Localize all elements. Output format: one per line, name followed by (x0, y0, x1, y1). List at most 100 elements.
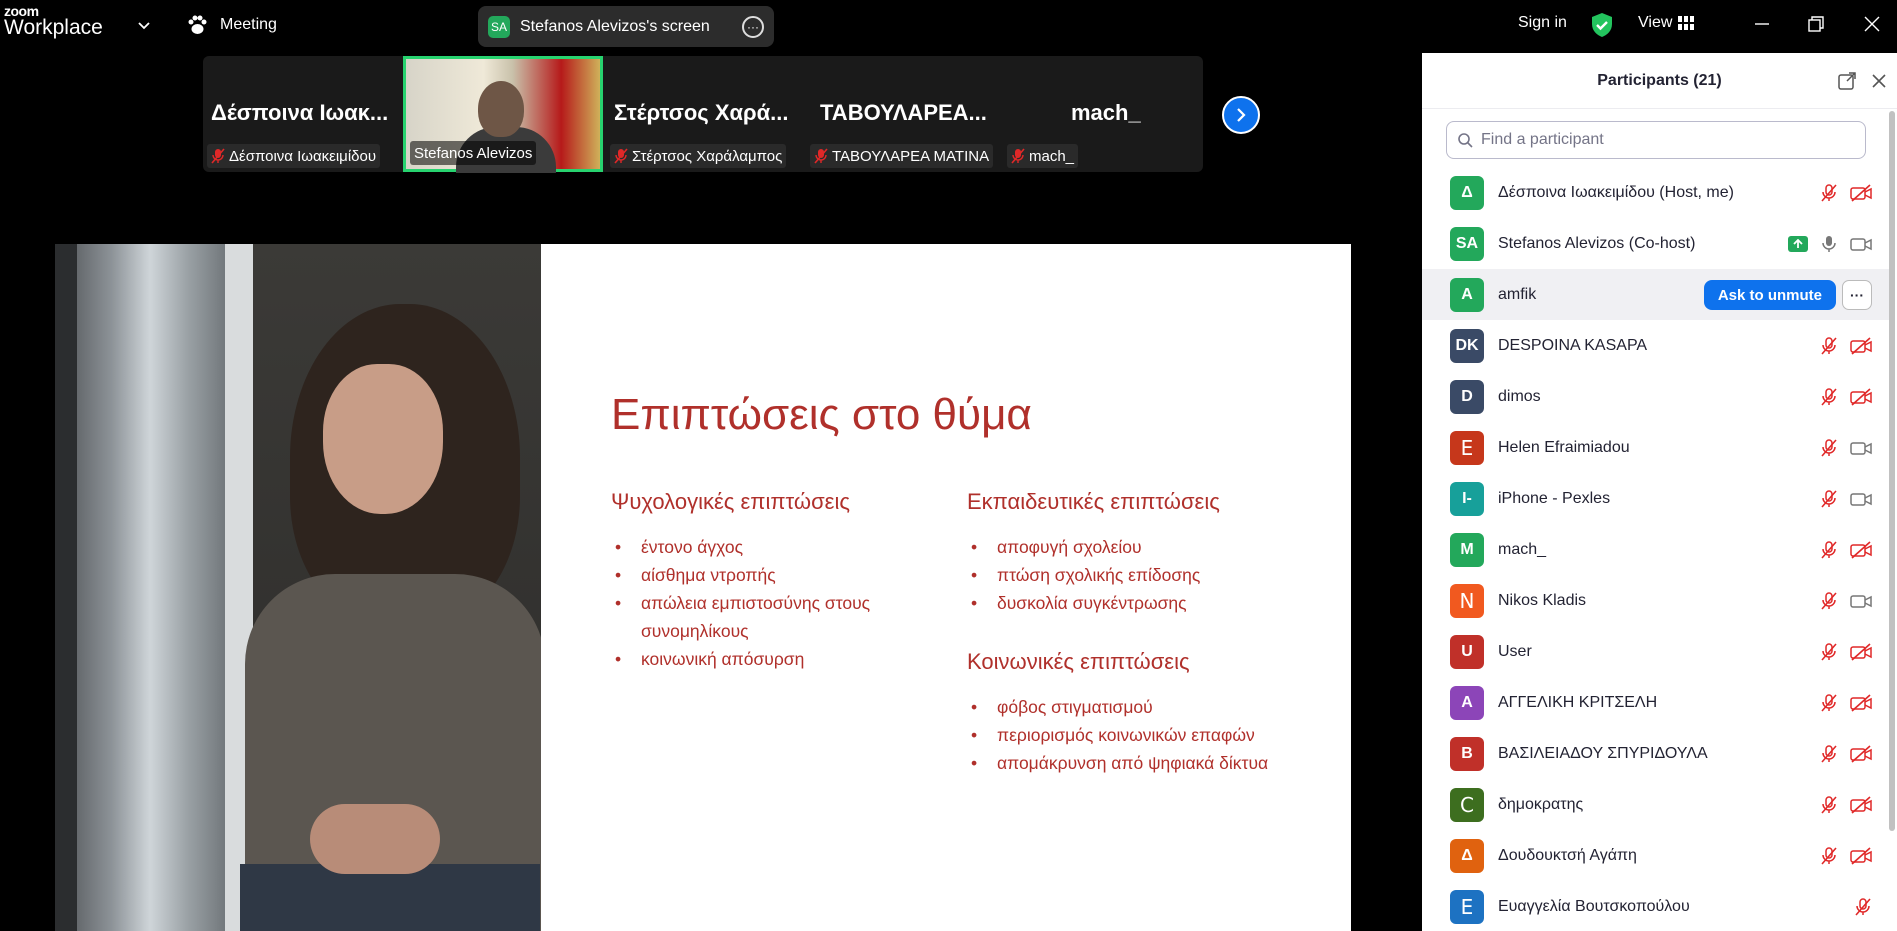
participant-status-icons (1820, 830, 1872, 881)
participant-status-icons (1820, 575, 1872, 626)
avatar: U (1450, 634, 1484, 669)
mic-muted-icon (1855, 897, 1871, 916)
participant-name: User (1498, 642, 1532, 660)
participant-row[interactable]: E Ευαγγελία Βουτσκοπούλου (1422, 881, 1890, 931)
bullet-item: απώλεια εμπιστοσύνης στους συνομηλίκους (611, 589, 931, 645)
view-button[interactable]: View (1638, 14, 1695, 32)
participant-row[interactable]: Mmach_ (1422, 524, 1890, 575)
participant-row[interactable]: Δ Δουδουκτσή Αγάπη (1422, 830, 1890, 881)
chevron-down-icon[interactable] (136, 17, 152, 33)
close-panel-icon[interactable] (1869, 71, 1889, 91)
tile-display-name: Δέσποινα Ιωακ... (211, 100, 389, 125)
meeting-label: Meeting (220, 16, 277, 33)
grid-view-icon (1678, 16, 1695, 30)
section-heading: Εκπαιδευτικές επιπτώσεις (967, 489, 1220, 514)
social-effects-section: Κοινωνικές επιπτώσεις φόβος στιγματισμού… (967, 649, 1287, 777)
close-window-icon[interactable] (1862, 14, 1882, 34)
video-tile[interactable]: Δέσποινα Ιωακ... Δέσποινα Ιωακειμίδου (203, 56, 399, 172)
ask-to-unmute-button[interactable]: Ask to unmute (1703, 280, 1836, 310)
participant-row[interactable]: A ΑΓΓΕΛΙΚΗ ΚΡΙΤΣΕΛΗ (1422, 677, 1890, 728)
avatar: Δ (1450, 175, 1484, 210)
window-edge (55, 244, 77, 931)
mic-muted-icon (814, 148, 828, 164)
participant-row[interactable]: DK DESPOINA KASAPA (1422, 320, 1890, 371)
search-input[interactable] (1481, 131, 1841, 149)
participant-row[interactable]: SA Stefanos Alevizos (Co-host) (1422, 218, 1890, 269)
tile-name-tag: mach_ (1007, 144, 1079, 168)
avatar: D (1450, 379, 1484, 414)
avatar: SA (1450, 226, 1484, 261)
participant-list: Δ Δέσποινα Ιωακειμίδου (Host, me) SA Stefan… (1422, 167, 1890, 931)
participant-name: Stefanos Alevizos (Co-host) (1498, 234, 1696, 252)
shared-screen[interactable]: Επιπτώσεις στο θύμα Ψυχολογικές επιπτώσε… (55, 173, 1351, 931)
participant-status-icons (1820, 371, 1872, 422)
participant-row[interactable]: Ddimos (1422, 371, 1890, 422)
edu-effects-section: Εκπαιδευτικές επιπτώσεις αποφυγή σχολείο… (967, 489, 1287, 617)
mic-muted-icon (1011, 148, 1025, 164)
video-tile-active-speaker[interactable]: Stefanos Alevizos (403, 56, 603, 177)
avatar: C (1450, 787, 1484, 822)
meeting-button[interactable]: Meeting (186, 14, 277, 36)
participant-search[interactable] (1446, 121, 1866, 159)
participant-name: Helen Efraimiadou (1498, 438, 1630, 456)
participant-name: Nikos Kladis (1498, 591, 1587, 609)
bullet-item: κοινωνική απόσυρση (611, 645, 931, 673)
mic-muted-icon (1821, 693, 1837, 712)
participant-row[interactable]: Cδημοκρατης (1422, 779, 1890, 830)
participant-row[interactable]: N Nikos Kladis (1422, 575, 1890, 626)
security-shield-icon[interactable] (1590, 12, 1614, 38)
avatar: Δ (1450, 838, 1484, 873)
bullet-item: περιορισμός κοινωνικών επαφών (967, 721, 1287, 749)
camera-off-icon (1850, 183, 1872, 202)
view-label: View (1638, 14, 1673, 31)
tile-name-tag: Stefanos Alevizos (410, 141, 537, 165)
bullet-item: απομάκρυνση από ψηφιακά δίκτυα (967, 749, 1287, 777)
participant-status-icons (1820, 626, 1872, 677)
pop-out-icon[interactable] (1837, 71, 1857, 91)
more-options-button[interactable]: ··· (1842, 280, 1872, 310)
girl-hands (310, 804, 440, 874)
participant-row[interactable]: E Helen Efraimiadou (1422, 422, 1890, 473)
participant-status-icons (1820, 167, 1872, 218)
participant-row[interactable]: I-iPhone - Pexles (1422, 473, 1890, 524)
restore-icon[interactable] (1806, 14, 1826, 34)
tile-name-tag: Στέρτσος Χαράλαμπος (610, 144, 787, 168)
video-tile[interactable]: ΤΑΒΟΥΛΑΡΕΑ... ΤΑΒΟΥΛΑΡΕΑ ΜΑΤΙΝΑ (806, 56, 1002, 172)
minimize-icon[interactable] (1752, 14, 1772, 34)
participant-name: Δέσποινα Ιωακειμίδου (Host, me) (1498, 183, 1734, 201)
paw-icon (188, 15, 207, 34)
top-bar: zoom Workplace Meeting SA Stefanos Alevi… (0, 0, 1897, 50)
participant-status-icons (1820, 422, 1872, 473)
participant-row[interactable]: Δ Δέσποινα Ιωακειμίδου (Host, me) (1422, 167, 1890, 218)
tile-display-name: ΤΑΒΟΥΛΑΡΕΑ... (820, 100, 987, 125)
video-tile[interactable]: mach_ mach_ (1003, 56, 1199, 172)
avatar: M (1450, 532, 1484, 567)
participant-row[interactable]: B ΒΑΣΙΛΕΙΑΔΟΥ ΣΠΥΡΙΔΟΥΛΑ (1422, 728, 1890, 779)
bullet-item: φόβος στιγματισμού (967, 693, 1287, 721)
more-options-icon[interactable]: ··· (742, 15, 764, 38)
next-page-button[interactable] (1222, 96, 1260, 134)
bullet-item: έντονο άγχος (611, 533, 931, 561)
slide-photo (55, 244, 541, 931)
avatar: E (1450, 889, 1484, 924)
participant-row[interactable]: Aamfik Ask to unmute ··· (1422, 269, 1890, 320)
bullet-item: πτώση σχολικής επίδοσης (967, 561, 1287, 589)
screen-share-pill[interactable]: SA Stefanos Alevizos's screen ··· (478, 6, 774, 47)
avatar: A (1450, 685, 1484, 720)
camera-off-icon (1850, 744, 1872, 763)
camera-off-icon (1850, 846, 1872, 865)
camera-icon (1850, 492, 1872, 506)
sign-in-link[interactable]: Sign in (1518, 14, 1567, 32)
participant-row[interactable]: U User (1422, 626, 1890, 677)
participant-name: dimos (1498, 387, 1541, 405)
video-tile[interactable]: Στέρτσος Χαρά... Στέρτσος Χαράλαμπος (606, 56, 803, 172)
bullet-list: αποφυγή σχολείου πτώση σχολικής επίδοσης… (967, 533, 1287, 617)
scrollbar[interactable] (1889, 111, 1895, 831)
tile-display-name: Στέρτσος Χαρά... (614, 100, 789, 125)
zoom-workplace-logo[interactable]: zoom Workplace (4, 4, 103, 38)
tile-name-label: Στέρτσος Χαράλαμπος (632, 147, 783, 165)
mic-muted-icon (1821, 846, 1837, 865)
participant-status-icons (1820, 779, 1872, 830)
girl-jeans (240, 864, 540, 931)
participant-name: ΑΓΓΕΛΙΚΗ ΚΡΙΤΣΕΛΗ (1498, 693, 1658, 711)
